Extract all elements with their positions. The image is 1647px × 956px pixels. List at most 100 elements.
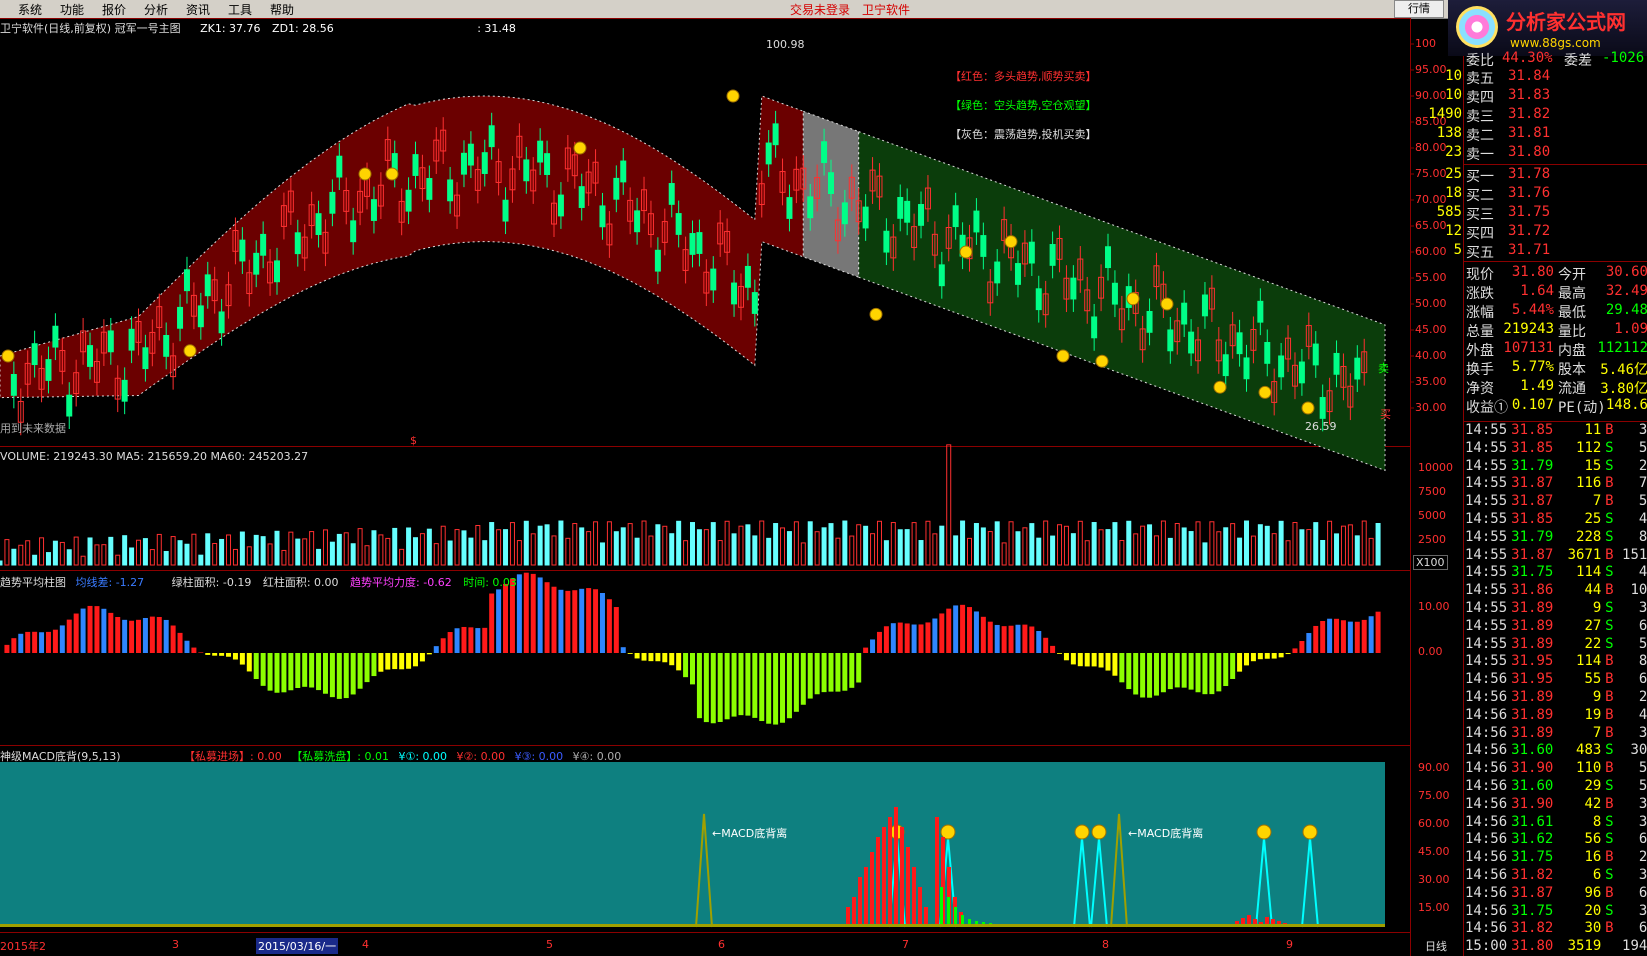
candle-body [1049, 244, 1056, 266]
macd-red-bar [918, 887, 922, 927]
candle-body [183, 269, 190, 292]
level-price: 31.83 [1508, 87, 1551, 103]
macd-red-bar [912, 867, 916, 927]
trend-bar [807, 653, 813, 699]
volume-bar [599, 542, 605, 566]
candle-body [31, 343, 38, 366]
trend-bar [239, 653, 245, 665]
trend-bar [413, 653, 418, 667]
stat-value: 0.107 [1511, 397, 1554, 413]
tick-price: 31.82 [1511, 920, 1554, 937]
candle-body [481, 152, 488, 174]
volume-bar [80, 555, 86, 566]
volume-bar [1244, 520, 1249, 566]
tick-volume: 22 [1584, 635, 1602, 652]
trend-bar [911, 624, 917, 653]
tick-row: 14:56 31.75 20 S 3 [1465, 903, 1647, 921]
macd-red-bar [935, 817, 939, 927]
trend-bar [73, 613, 79, 653]
trend-bar [1084, 653, 1090, 667]
candle-body [862, 206, 869, 229]
tick-time: 14:56 [1465, 920, 1508, 937]
trend-bar [1306, 633, 1312, 653]
trend-bar [849, 653, 855, 688]
tick-time: 14:55 [1465, 439, 1508, 456]
tick-volume: 116 [1576, 475, 1602, 492]
tick-row: 14:55 31.89 9 S 3 [1465, 600, 1647, 618]
level-price: 31.84 [1508, 68, 1551, 84]
trend-bar [821, 653, 827, 693]
candle-body [786, 197, 793, 219]
trend-bar [142, 617, 148, 653]
trend-bar [156, 616, 162, 653]
trend-bar [786, 653, 792, 719]
stat-label: 内盘 [1558, 343, 1586, 359]
level-price: 31.75 [1508, 204, 1551, 220]
candle-body [654, 249, 661, 272]
volume-bar [1008, 521, 1014, 566]
level-label: 买五 [1466, 245, 1494, 261]
trend-bar [565, 590, 571, 653]
tick-volume: 8 [1592, 813, 1602, 830]
level-label: 买四 [1466, 226, 1494, 242]
x-axis-label: 7 [902, 938, 909, 951]
volume-bar [205, 533, 211, 566]
macd-red-bar [888, 817, 892, 927]
period-label[interactable]: 日线 [1425, 938, 1447, 954]
smiley-icon [1302, 824, 1318, 840]
stock-chart-area[interactable] [0, 0, 1463, 956]
tick-price: 31.80 [1511, 938, 1554, 955]
volume-tick-label: 10000 [1418, 461, 1453, 474]
candle-body [1105, 246, 1111, 269]
tick-side: S [1605, 564, 1614, 581]
volume-bar [52, 540, 58, 566]
volume-bar [0, 560, 3, 566]
tick-row: 14:56 31.82 30 B 6 [1465, 920, 1647, 938]
level-label: 卖三 [1466, 109, 1494, 125]
trend-bar [322, 653, 328, 694]
candle-body [1243, 357, 1250, 380]
volume-bar [399, 548, 405, 566]
tick-row: 14:56 31.90 110 B 5 [1465, 760, 1647, 778]
trend-bar [392, 653, 398, 670]
tick-count: 8 [1638, 528, 1647, 545]
candle-body [467, 143, 474, 166]
panel-separator [0, 570, 1410, 571]
trend-bar [371, 653, 377, 677]
tick-price: 31.87 [1511, 475, 1554, 492]
volume-bar [745, 524, 751, 566]
volume-bar [385, 537, 391, 566]
volume-bar [239, 531, 245, 566]
stat-value: 3.80亿 [1600, 381, 1647, 397]
trend-bar [246, 653, 252, 672]
candle-body [1035, 288, 1042, 311]
tick-count: 5 [1638, 778, 1647, 794]
volume-bar [322, 529, 328, 566]
trend-bar [703, 653, 709, 723]
tick-count: 2 [1638, 689, 1647, 705]
trend-bar [45, 631, 51, 653]
candle-body [128, 328, 135, 351]
candle-body [1181, 302, 1188, 325]
candle-body [1167, 329, 1174, 352]
candle-body [1333, 352, 1340, 375]
tick-count: 6 [1638, 920, 1647, 937]
tick-volume: 9 [1592, 689, 1602, 705]
tick-count: 4 [1638, 511, 1647, 527]
trend-bar [1340, 620, 1346, 653]
volume-bar [1327, 520, 1333, 566]
volume-bar [496, 529, 502, 566]
x-axis-label: 2015年2 [0, 940, 46, 953]
trend-bar [1140, 653, 1146, 698]
volume-bar [378, 534, 384, 566]
trend-bar [967, 607, 972, 653]
candle-body [460, 152, 467, 175]
volume-bar [1250, 535, 1256, 566]
candle-body [675, 213, 682, 235]
tick-volume: 15 [1584, 457, 1602, 474]
trend-bar [399, 653, 405, 670]
smiley-icon [869, 307, 883, 321]
candle-body [994, 261, 1001, 284]
tick-row: 14:55 31.86 44 B 10 [1465, 582, 1647, 600]
level-volume: 25 [1445, 166, 1462, 182]
